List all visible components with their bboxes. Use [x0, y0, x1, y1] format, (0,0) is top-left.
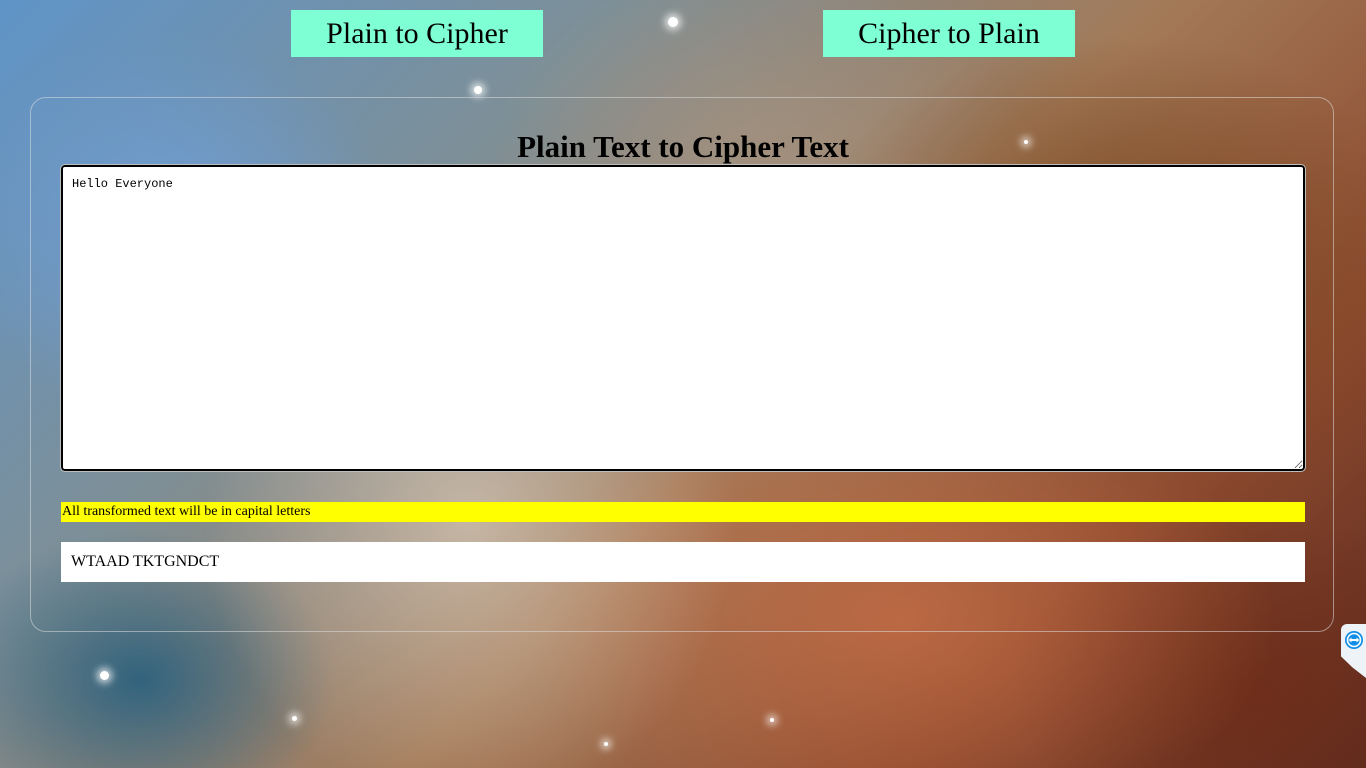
star-decoration	[668, 17, 678, 27]
star-decoration	[770, 718, 774, 722]
star-decoration	[474, 86, 482, 94]
teamviewer-icon	[1345, 631, 1363, 649]
star-decoration	[604, 742, 608, 746]
star-decoration	[100, 671, 109, 680]
plain-to-cipher-button[interactable]: Plain to Cipher	[291, 10, 543, 57]
star-decoration	[292, 716, 297, 721]
remote-support-tab[interactable]	[1341, 624, 1366, 678]
cipher-to-plain-button[interactable]: Cipher to Plain	[823, 10, 1075, 57]
page-title: Plain Text to Cipher Text	[517, 129, 849, 164]
cipher-output: WTAAD TKTGNDCT	[61, 542, 1305, 582]
plain-text-input[interactable]: Hello Everyone	[60, 164, 1306, 472]
capital-letters-note: All transformed text will be in capital …	[61, 502, 1305, 522]
